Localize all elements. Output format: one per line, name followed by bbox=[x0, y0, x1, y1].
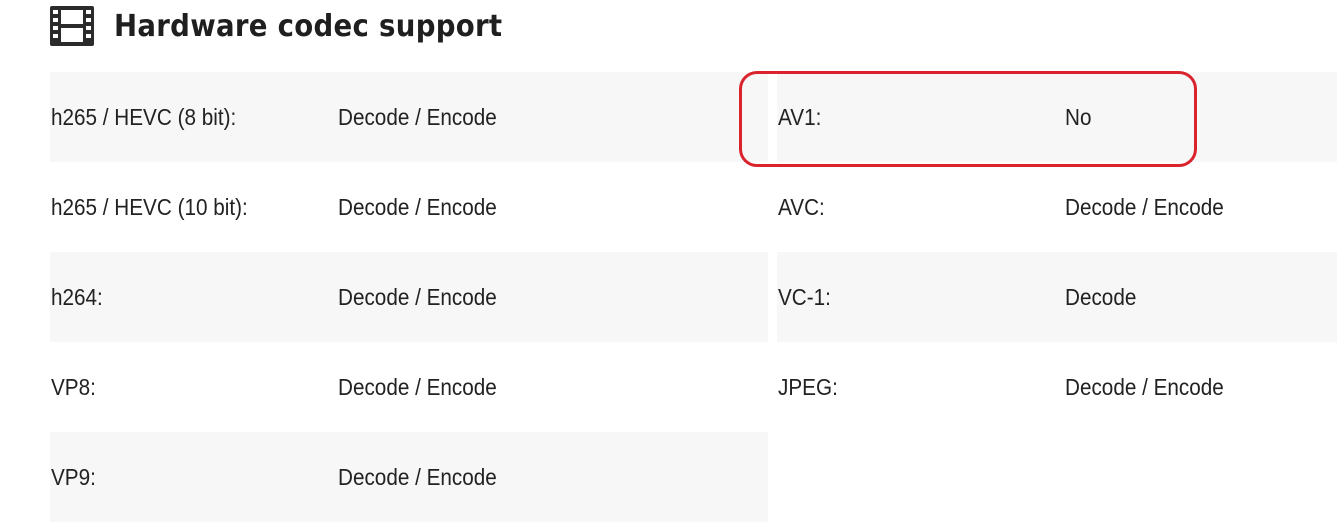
codec-cell-av1: AV1: No bbox=[777, 72, 1337, 162]
codec-cell-h264: h264: Decode / Encode bbox=[50, 252, 768, 342]
codec-support-value: Decode / Encode bbox=[1065, 374, 1224, 400]
table-row: h265 / HEVC (10 bit): Decode / Encode AV… bbox=[50, 162, 1337, 252]
codec-label: AVC: bbox=[778, 194, 825, 220]
codec-support-value: Decode / Encode bbox=[1065, 194, 1224, 220]
codec-support-value: No bbox=[1065, 104, 1092, 130]
codec-support-table: h265 / HEVC (8 bit): Decode / Encode AV1… bbox=[50, 72, 1337, 522]
codec-cell-hevc-8bit: h265 / HEVC (8 bit): Decode / Encode bbox=[50, 72, 768, 162]
table-row: h264: Decode / Encode VC-1: Decode bbox=[50, 252, 1337, 342]
codec-support-value: Decode / Encode bbox=[338, 374, 497, 400]
codec-cell-vp9: VP9: Decode / Encode bbox=[50, 432, 768, 522]
codec-cell-vp8: VP8: Decode / Encode bbox=[50, 342, 768, 432]
codec-label: VP9: bbox=[51, 464, 96, 490]
table-row: h265 / HEVC (8 bit): Decode / Encode AV1… bbox=[50, 72, 1337, 162]
codec-label: JPEG: bbox=[778, 374, 838, 400]
codec-support-value: Decode bbox=[1065, 284, 1137, 310]
codec-cell-avc: AVC: Decode / Encode bbox=[777, 162, 1337, 252]
film-strip-icon bbox=[50, 6, 94, 46]
codec-cell-vc1: VC-1: Decode bbox=[777, 252, 1337, 342]
table-row: VP8: Decode / Encode JPEG: Decode / Enco… bbox=[50, 342, 1337, 432]
codec-support-value: Decode / Encode bbox=[338, 194, 497, 220]
section-header: Hardware codec support bbox=[50, 4, 536, 48]
codec-cell-hevc-10bit: h265 / HEVC (10 bit): Decode / Encode bbox=[50, 162, 768, 252]
codec-support-value: Decode / Encode bbox=[338, 464, 497, 490]
codec-support-value: Decode / Encode bbox=[338, 284, 497, 310]
codec-label: VC-1: bbox=[778, 284, 831, 310]
codec-label: h264: bbox=[51, 284, 103, 310]
codec-label: VP8: bbox=[51, 374, 96, 400]
table-row: VP9: Decode / Encode bbox=[50, 432, 1337, 522]
codec-label: h265 / HEVC (10 bit): bbox=[51, 194, 248, 220]
codec-cell-jpeg: JPEG: Decode / Encode bbox=[777, 342, 1337, 432]
codec-label: AV1: bbox=[778, 104, 822, 130]
codec-label: h265 / HEVC (8 bit): bbox=[51, 104, 237, 130]
codec-support-value: Decode / Encode bbox=[338, 104, 497, 130]
section-title: Hardware codec support bbox=[114, 8, 503, 44]
